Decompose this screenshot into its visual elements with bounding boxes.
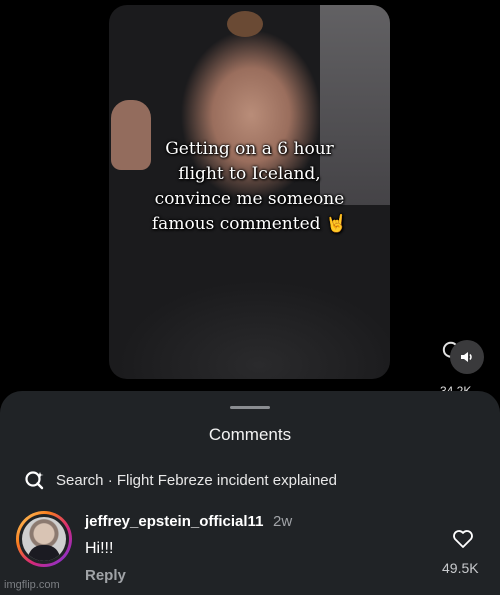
search-suggestion-text: Search · Flight Febreze incident explain… bbox=[56, 471, 337, 489]
sheet-title: Comments bbox=[208, 425, 292, 444]
comment-item: jeffrey_epstein_official11 2w Hi!!! Repl… bbox=[16, 511, 486, 591]
avatar-photo bbox=[22, 517, 66, 561]
like-count: 49.5K bbox=[442, 560, 479, 576]
side-action-count: 34.2K bbox=[440, 384, 472, 391]
comment-time: 2w bbox=[273, 513, 293, 530]
sound-toggle-button[interactable] bbox=[450, 340, 484, 374]
search-suggestion[interactable]: Search · Flight Febreze incident explain… bbox=[24, 470, 337, 490]
avatar-ring-gap bbox=[19, 514, 69, 564]
watermark: imgflip.com bbox=[4, 579, 60, 591]
video-caption: Getting on a 6 hour flight to Iceland, c… bbox=[127, 137, 372, 237]
caption-line: convince me someone bbox=[154, 189, 345, 209]
sheet-drag-handle[interactable] bbox=[230, 406, 270, 409]
avatar-suit bbox=[28, 545, 60, 561]
caption-line: famous commented 🤘 bbox=[151, 214, 348, 234]
comment-username[interactable]: jeffrey_epstein_official11 bbox=[85, 513, 263, 530]
heart-icon[interactable] bbox=[452, 529, 474, 549]
caption-line: Getting on a 6 hour bbox=[165, 139, 334, 159]
avatar[interactable] bbox=[16, 511, 72, 567]
comments-sheet: Comments Search · Flight Febreze inciden… bbox=[0, 391, 500, 595]
reply-button[interactable]: Reply bbox=[85, 567, 126, 584]
video-player[interactable]: Getting on a 6 hour flight to Iceland, c… bbox=[109, 5, 390, 379]
speaker-icon bbox=[461, 352, 472, 362]
search-icon bbox=[25, 471, 44, 490]
caption-line: flight to Iceland, bbox=[178, 164, 321, 184]
comment-text: Hi!!! bbox=[85, 540, 114, 557]
video-subject-hair bbox=[227, 11, 263, 37]
